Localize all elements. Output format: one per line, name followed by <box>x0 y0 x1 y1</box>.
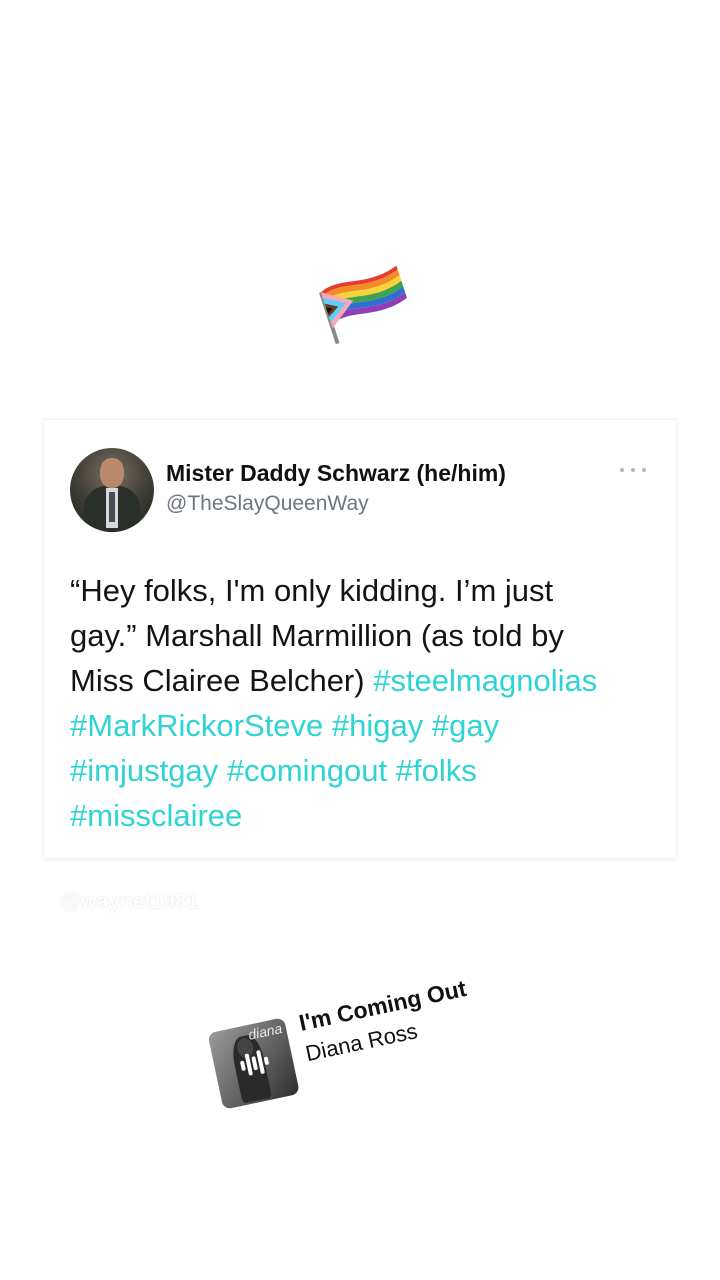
album-art: diana <box>207 1017 300 1110</box>
display-name: Mister Daddy Schwarz (he/him) <box>166 460 506 486</box>
tweet-text-line: gay.” Marshall Marmillion (as told by <box>70 618 564 653</box>
hashtag-link[interactable]: #steelmagnolias <box>373 663 597 698</box>
music-sticker[interactable]: diana I'm Coming Out Diana Ross <box>197 924 520 1123</box>
hashtag-link[interactable]: #gay <box>432 708 499 743</box>
hashtag-link[interactable]: #missclairee <box>70 798 242 833</box>
tweet-text: “Hey folks, I'm only kidding. I’m just g… <box>70 568 670 838</box>
hashtag-link[interactable]: #imjustgay <box>70 753 218 788</box>
tweet-card[interactable]: Mister Daddy Schwarz (he/him) @TheSlayQu… <box>44 420 676 858</box>
hashtag-link[interactable]: #higay <box>332 708 423 743</box>
watermark: @waynet1981 <box>60 890 199 913</box>
user-handle: @TheSlayQueenWay <box>166 492 369 515</box>
hashtag-link[interactable]: #folks <box>396 753 477 788</box>
tweet-text-line: Miss Clairee Belcher) <box>70 663 365 698</box>
hashtag-link[interactable]: #comingout <box>227 753 387 788</box>
avatar[interactable] <box>70 448 154 532</box>
hashtag-link[interactable]: #MarkRickorSteve <box>70 708 323 743</box>
more-options-icon[interactable] <box>620 464 646 476</box>
progress-pride-flag-icon <box>310 258 414 346</box>
album-script-text: diana <box>246 1020 284 1043</box>
tweet-text-line: “Hey folks, I'm only kidding. I’m just <box>70 573 554 608</box>
